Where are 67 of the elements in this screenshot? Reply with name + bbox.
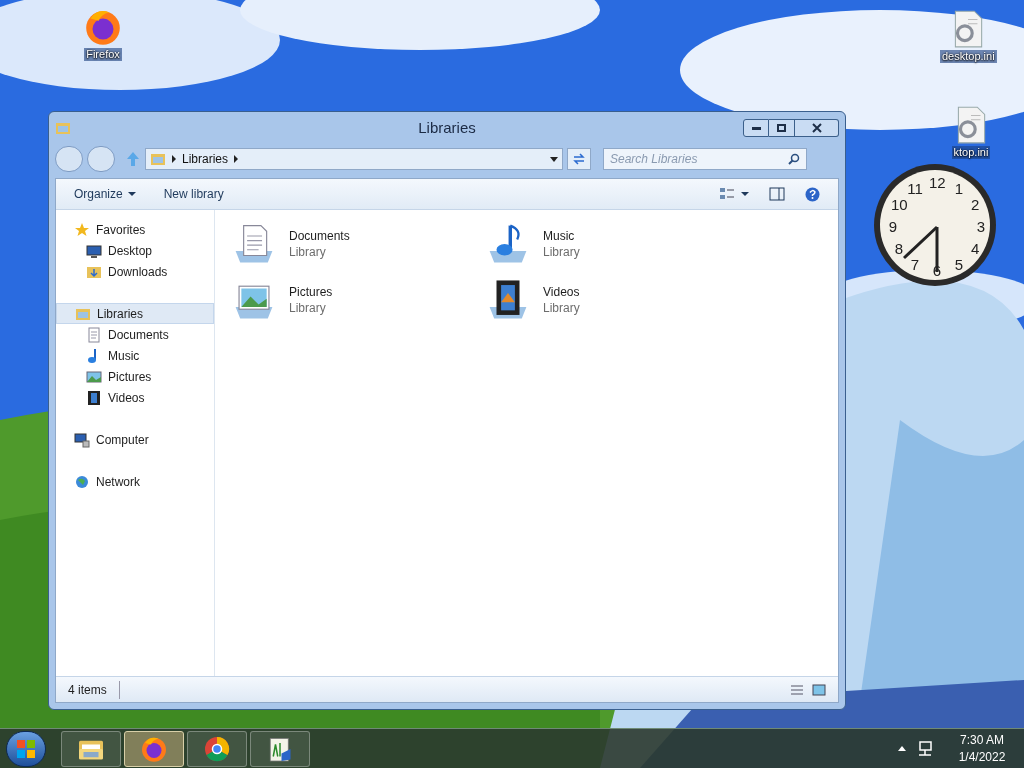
nav-item[interactable]: Network xyxy=(56,471,214,492)
start-button[interactable] xyxy=(6,730,46,767)
computer-icon xyxy=(74,431,90,448)
breadcrumb[interactable]: Libraries xyxy=(182,150,229,168)
search-field[interactable]: Search Libraries xyxy=(610,150,788,168)
taskbar-button[interactable] xyxy=(124,730,184,767)
address-bar[interactable]: Libraries xyxy=(145,148,563,170)
windows-logo-icon xyxy=(16,738,36,759)
nav-item[interactable]: Desktop xyxy=(56,240,214,261)
clock-numeral: 12 xyxy=(929,174,945,192)
clock-numeral: 5 xyxy=(953,256,965,275)
refresh-button[interactable] xyxy=(567,148,591,170)
nav-item[interactable]: Computer xyxy=(56,429,214,450)
clock-numeral: 2 xyxy=(969,196,981,214)
library-tile[interactable]: Videos Library xyxy=(485,272,739,328)
library-tile[interactable]: Pictures Library xyxy=(231,272,485,328)
window-title: Libraries xyxy=(418,117,476,138)
clock-numeral: 10 xyxy=(890,196,907,214)
nav-item[interactable]: Libraries xyxy=(56,303,214,324)
clock-numeral: 11 xyxy=(907,179,923,198)
library-icon xyxy=(150,151,166,167)
view-options-icon[interactable] xyxy=(719,187,749,201)
clock-numeral: 1 xyxy=(953,179,965,198)
nav-item[interactable]: Downloads xyxy=(56,261,214,282)
caret-icon xyxy=(127,192,136,196)
maximize-button[interactable] xyxy=(769,119,795,137)
toolbar-button[interactable]: New library xyxy=(163,185,224,203)
monitor-icon xyxy=(86,242,102,259)
search-icon xyxy=(788,153,800,165)
preview-pane-icon[interactable] xyxy=(769,187,785,201)
tiles-view-icon[interactable] xyxy=(812,683,826,696)
network-icon xyxy=(74,473,90,490)
clock-numeral: 4 xyxy=(969,240,981,258)
clock-numeral: 3 xyxy=(975,218,987,236)
dropdown-caret-icon xyxy=(550,156,558,162)
desktop-shortcut[interactable]: Firefox xyxy=(82,6,124,61)
network-icon[interactable] xyxy=(916,739,934,758)
search-box[interactable]: Search Libraries xyxy=(603,148,807,170)
breadcrumb-arrow-icon xyxy=(234,155,239,163)
breadcrumb-arrow-icon xyxy=(172,155,176,163)
nav-item[interactable]: Favorites xyxy=(56,219,214,240)
toolbar-button[interactable]: Organize xyxy=(74,185,136,203)
film-icon xyxy=(86,389,102,406)
status-bar: 4 items xyxy=(56,676,838,702)
refresh-icon xyxy=(572,153,586,165)
library-tile[interactable]: Music Library xyxy=(485,216,739,272)
nav-item[interactable]: Pictures xyxy=(56,366,214,387)
close-icon xyxy=(811,123,822,133)
nav-item[interactable]: Music xyxy=(56,345,214,366)
show-hidden-icons-arrow-icon[interactable] xyxy=(898,746,906,751)
clock-numeral: 7 xyxy=(909,256,921,275)
help-icon[interactable] xyxy=(805,186,820,202)
nav-item[interactable]: Documents xyxy=(56,324,214,345)
clock-area[interactable]: 7:30 AM 1/4/2022 xyxy=(950,731,1014,766)
picture-icon xyxy=(86,368,102,385)
document-icon xyxy=(86,326,102,343)
clock-numeral: 8 xyxy=(893,240,905,258)
library-icon xyxy=(55,120,71,136)
desktop-shortcut[interactable]: ktop.ini xyxy=(950,104,992,159)
clock-hands-icon xyxy=(902,224,940,274)
minimize-button[interactable] xyxy=(743,119,769,137)
clock-numeral: 9 xyxy=(887,218,899,236)
library-tile[interactable]: Documents Library xyxy=(231,216,485,272)
desktop-shortcut[interactable]: desktop.ini xyxy=(940,8,997,63)
close-button[interactable] xyxy=(795,119,839,137)
star-icon xyxy=(74,221,90,238)
nav-item[interactable]: Videos xyxy=(56,387,214,408)
